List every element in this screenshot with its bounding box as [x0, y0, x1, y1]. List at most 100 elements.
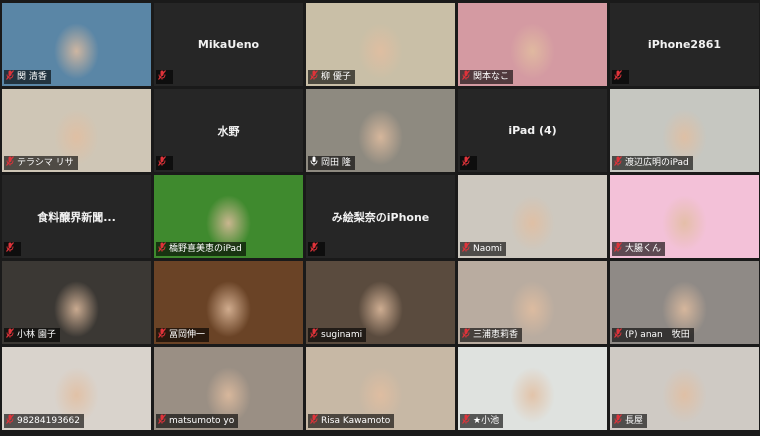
video-grid: 関 清香 MikaUeno 柳 優子 関本なこ iPhone2861 テラシマ リサ 水野岡… — [2, 3, 759, 430]
muted-mic-icon — [158, 414, 166, 428]
participant-tile[interactable]: 冨岡伸一 — [154, 261, 303, 344]
participant-name-label: (P) anan 牧田 — [612, 328, 694, 342]
participant-name: 98284193662 — [17, 416, 80, 426]
participant-name: 冨岡伸一 — [169, 330, 206, 340]
participant-name: 小林 園子 — [17, 330, 56, 340]
participant-name-label: 長屋 — [612, 414, 648, 428]
participant-name: 大腸くん — [625, 244, 662, 254]
participant-tile[interactable]: iPad (4) — [458, 89, 607, 172]
participant-tile[interactable]: ★小池 — [458, 347, 607, 430]
participant-name-label: matsumoto yo — [156, 414, 239, 428]
participant-name-label — [612, 70, 629, 84]
participant-name: 橋野喜美恵のiPad — [169, 244, 242, 254]
participant-name-label: 柳 優子 — [308, 70, 355, 84]
participant-name-label: 渡辺広明のiPad — [612, 156, 693, 170]
participant-name: 関本なこ — [473, 72, 510, 82]
participant-name-label: suginami — [308, 328, 367, 342]
muted-mic-icon — [462, 242, 470, 256]
muted-mic-icon — [462, 414, 470, 428]
muted-mic-icon — [158, 70, 166, 84]
participant-name: Risa Kawamoto — [321, 416, 391, 426]
participant-tile[interactable]: 関本なこ — [458, 3, 607, 86]
participant-name: (P) anan 牧田 — [625, 330, 690, 340]
participant-tile[interactable]: (P) anan 牧田 — [610, 261, 759, 344]
participant-name-label: 関 清香 — [4, 70, 51, 84]
participant-name: 三浦恵莉香 — [473, 330, 519, 340]
participant-name-label — [156, 156, 173, 170]
participant-name-label: Risa Kawamoto — [308, 414, 395, 428]
participant-name: 岡田 隆 — [321, 158, 351, 168]
participant-name: 長屋 — [625, 416, 644, 426]
muted-mic-icon — [6, 70, 14, 84]
participant-name-label: Naomi — [460, 242, 507, 256]
participant-name: matsumoto yo — [169, 416, 235, 426]
muted-mic-icon — [614, 328, 622, 342]
participant-name-label: 冨岡伸一 — [156, 328, 210, 342]
participant-tile[interactable]: 大腸くん — [610, 175, 759, 258]
participant-name: 柳 優子 — [321, 72, 351, 82]
muted-mic-icon — [310, 414, 318, 428]
participant-name-label: 橋野喜美恵のiPad — [156, 242, 246, 256]
participant-tile[interactable]: 橋野喜美恵のiPad — [154, 175, 303, 258]
mic-icon — [310, 156, 318, 170]
participant-name: 渡辺広明のiPad — [625, 158, 689, 168]
participant-tile[interactable]: 柳 優子 — [306, 3, 455, 86]
participant-name-label: 98284193662 — [4, 414, 84, 428]
muted-mic-icon — [614, 70, 622, 84]
muted-mic-icon — [614, 414, 622, 428]
participant-tile[interactable]: 渡辺広明のiPad — [610, 89, 759, 172]
participant-tile[interactable]: 98284193662 — [2, 347, 151, 430]
participant-name-label — [460, 156, 477, 170]
participant-display-name: iPhone2861 — [647, 38, 722, 51]
participant-name-label — [4, 242, 21, 256]
participant-name-label — [156, 70, 173, 84]
participant-name: 関 清香 — [17, 72, 47, 82]
participant-tile[interactable]: 岡田 隆 — [306, 89, 455, 172]
participant-name: テラシマ リサ — [17, 158, 74, 168]
participant-tile[interactable]: 関 清香 — [2, 3, 151, 86]
participant-display-name: み絵梨奈のiPhone — [331, 210, 430, 224]
participant-display-name: iPad (4) — [508, 124, 557, 137]
participant-display-name: 水野 — [217, 124, 240, 138]
participant-name: Naomi — [473, 244, 503, 254]
participant-tile[interactable]: matsumoto yo — [154, 347, 303, 430]
muted-mic-icon — [158, 328, 166, 342]
participant-name-label: テラシマ リサ — [4, 156, 78, 170]
participant-tile[interactable]: MikaUeno — [154, 3, 303, 86]
muted-mic-icon — [462, 328, 470, 342]
participant-display-name: 食料醸界新聞... — [37, 210, 116, 224]
muted-mic-icon — [310, 242, 318, 256]
participant-display-name: MikaUeno — [197, 38, 260, 51]
participant-name-label: 三浦恵莉香 — [460, 328, 523, 342]
participant-name: suginami — [321, 330, 363, 340]
participant-name-label: ★小池 — [460, 414, 504, 428]
muted-mic-icon — [6, 156, 14, 170]
participant-tile[interactable]: Naomi — [458, 175, 607, 258]
participant-name: ★小池 — [473, 416, 500, 426]
participant-tile[interactable]: テラシマ リサ — [2, 89, 151, 172]
muted-mic-icon — [158, 242, 166, 256]
participant-tile[interactable]: 三浦恵莉香 — [458, 261, 607, 344]
muted-mic-icon — [158, 156, 166, 170]
participant-tile[interactable]: 水野 — [154, 89, 303, 172]
participant-name-label: 岡田 隆 — [308, 156, 355, 170]
muted-mic-icon — [462, 156, 470, 170]
muted-mic-icon — [6, 328, 14, 342]
participant-name-label — [308, 242, 325, 256]
participant-tile[interactable]: み絵梨奈のiPhone — [306, 175, 455, 258]
participant-tile[interactable]: 長屋 — [610, 347, 759, 430]
muted-mic-icon — [310, 328, 318, 342]
muted-mic-icon — [6, 242, 14, 256]
participant-name-label: 小林 園子 — [4, 328, 60, 342]
participant-tile[interactable]: Risa Kawamoto — [306, 347, 455, 430]
participant-tile[interactable]: iPhone2861 — [610, 3, 759, 86]
muted-mic-icon — [614, 156, 622, 170]
participant-tile[interactable]: 小林 園子 — [2, 261, 151, 344]
participant-name-label: 大腸くん — [612, 242, 666, 256]
muted-mic-icon — [6, 414, 14, 428]
muted-mic-icon — [614, 242, 622, 256]
muted-mic-icon — [462, 70, 470, 84]
participant-tile[interactable]: 食料醸界新聞... — [2, 175, 151, 258]
participant-tile[interactable]: suginami — [306, 261, 455, 344]
participant-name-label: 関本なこ — [460, 70, 514, 84]
